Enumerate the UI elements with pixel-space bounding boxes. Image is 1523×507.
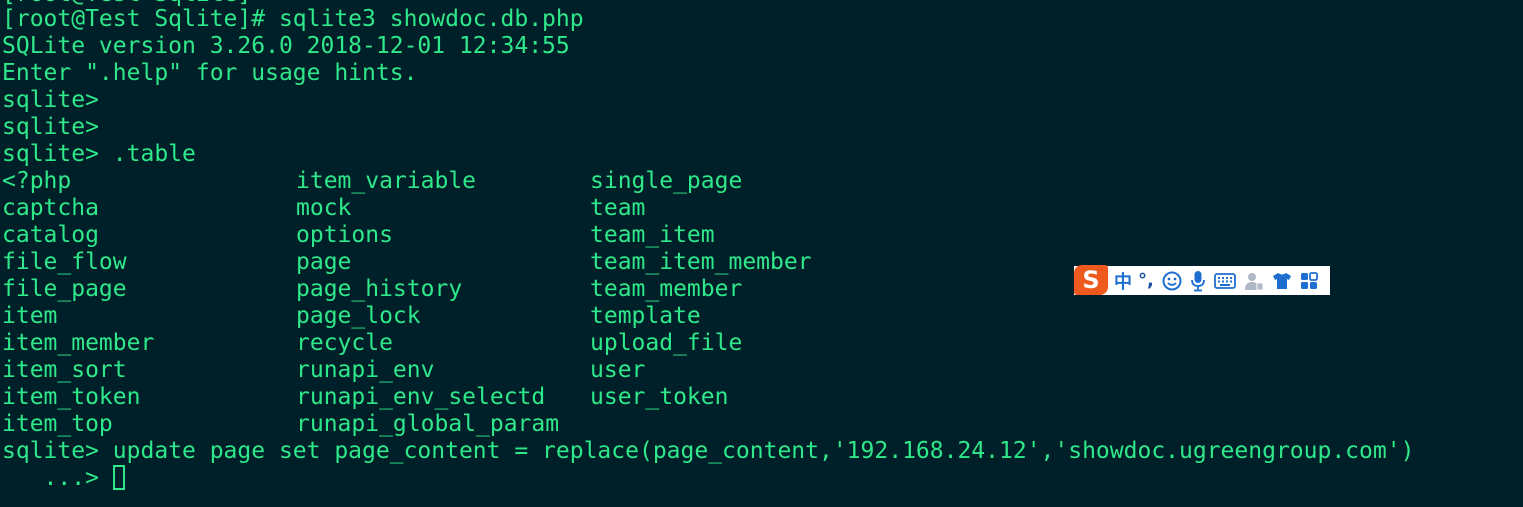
toolbox-grid-icon[interactable] xyxy=(1300,269,1318,293)
table-name: template xyxy=(590,303,701,329)
terminal-window[interactable]: [root@Test Sqlite] [root@Test Sqlite]# s… xyxy=(0,0,1523,507)
table-name: runapi_env xyxy=(296,357,435,383)
table-name: item_token xyxy=(2,384,141,410)
sql-command-line: sqlite> update page set page_content = r… xyxy=(2,438,1415,464)
table-name: team_member xyxy=(590,276,743,302)
table-name: file_flow xyxy=(2,249,127,275)
table-name: team xyxy=(590,195,646,221)
terminal-line-5: sqlite> xyxy=(2,114,99,140)
table-name: runapi_global_param xyxy=(296,411,560,437)
table-name: item_sort xyxy=(2,357,127,383)
table-name: file_page xyxy=(2,276,127,302)
microphone-icon[interactable] xyxy=(1190,269,1206,293)
terminal-line-3: Enter ".help" for usage hints. xyxy=(2,60,418,86)
table-name: page xyxy=(296,249,352,275)
keyboard-icon[interactable] xyxy=(1213,269,1236,293)
text-cursor xyxy=(112,465,125,490)
table-name: recycle xyxy=(296,330,393,356)
table-name: page_lock xyxy=(296,303,421,329)
chinese-mode-icon[interactable]: 中 xyxy=(1114,269,1132,293)
table-name: captcha xyxy=(2,195,99,221)
ime-toolbar[interactable]: S 中 °, xyxy=(1074,265,1330,295)
continuation-prompt: ...> xyxy=(2,465,113,491)
emoji-icon[interactable] xyxy=(1162,269,1182,293)
table-name: user_token xyxy=(590,384,729,410)
table-name: <?php xyxy=(2,168,72,194)
input-line[interactable]: ...> xyxy=(2,465,125,492)
punctuation-label: °, xyxy=(1138,270,1154,291)
table-name: item xyxy=(2,303,58,329)
terminal-line-2: SQLite version 3.26.0 2018-12-01 12:34:5… xyxy=(2,33,570,59)
table-name: team_item_member xyxy=(590,249,812,275)
skin-shirt-icon[interactable] xyxy=(1272,269,1292,293)
terminal-line-6: sqlite> .table xyxy=(2,141,196,167)
table-name: user xyxy=(590,357,646,383)
table-name: runapi_env_selectd xyxy=(296,384,546,410)
punctuation-icon[interactable]: °, xyxy=(1138,269,1154,293)
sogou-logo-icon[interactable]: S xyxy=(1074,265,1108,295)
terminal-line-1: [root@Test Sqlite]# sqlite3 showdoc.db.p… xyxy=(2,6,584,32)
table-name: options xyxy=(296,222,393,248)
table-name: item_variable xyxy=(296,168,477,194)
table-name: item_member xyxy=(2,330,155,356)
mode-label: 中 xyxy=(1114,271,1132,293)
table-name: page_history xyxy=(296,276,463,302)
table-name: mock xyxy=(296,195,352,221)
ime-logo-letter: S xyxy=(1082,266,1100,294)
table-name: item_top xyxy=(2,411,113,437)
table-name: team_item xyxy=(590,222,715,248)
user-icon[interactable] xyxy=(1244,269,1264,293)
table-name: single_page xyxy=(590,168,743,194)
table-name: upload_file xyxy=(590,330,743,356)
table-name: catalog xyxy=(2,222,99,248)
terminal-line-4: sqlite> xyxy=(2,87,99,113)
